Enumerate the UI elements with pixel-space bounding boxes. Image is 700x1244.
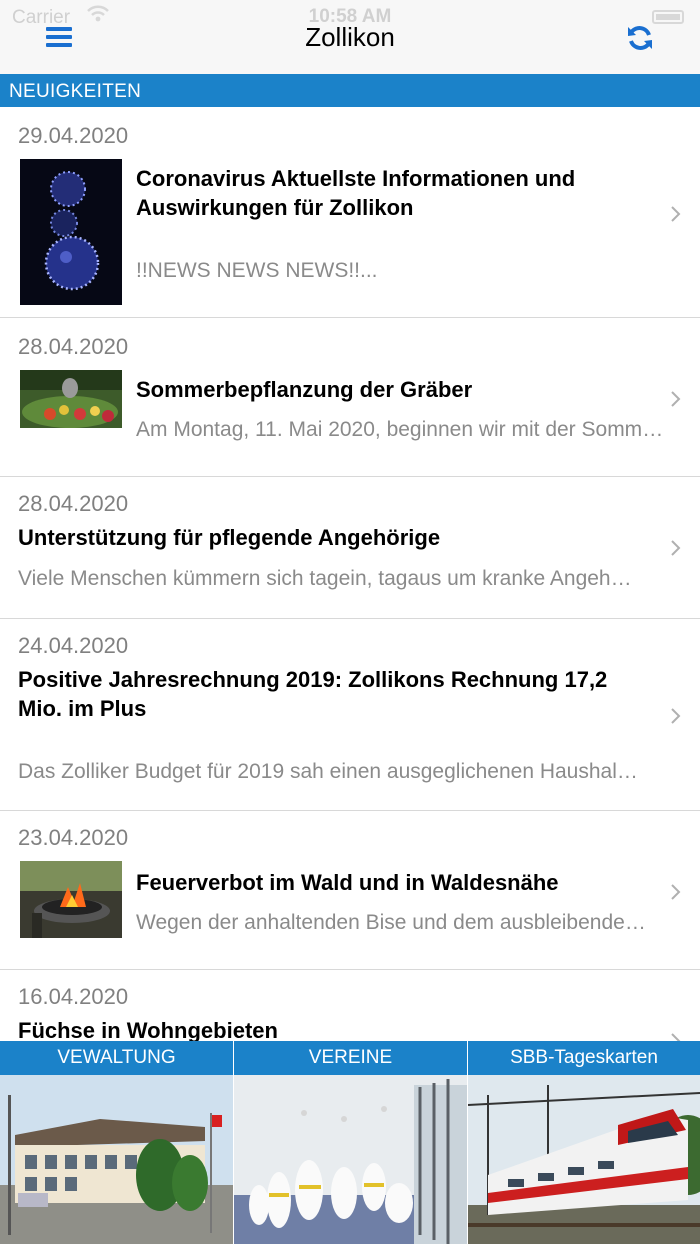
tile-label: VEREINE bbox=[234, 1041, 467, 1075]
news-title: Unterstützung für pflegende Angehörige bbox=[18, 525, 441, 550]
app-screen: Carrier 10:58 AM Zollikon NEUIGKEITEN 29… bbox=[0, 0, 700, 1244]
news-title: Sommerbepflanzung der Gräber bbox=[136, 377, 473, 402]
news-snippet: Viele Menschen kümmern sich tagein, taga… bbox=[18, 567, 638, 590]
news-title: Füchse in Wohngebieten bbox=[18, 1018, 278, 1041]
news-thumbnail bbox=[20, 370, 122, 428]
tile-image bbox=[234, 1075, 467, 1244]
chevron-right-icon bbox=[671, 708, 681, 724]
news-snippet: Wegen der anhaltenden Bise und dem ausbl… bbox=[136, 911, 656, 934]
news-item[interactable]: 23.04.2020 Feuerverbot im Wald und in Wa… bbox=[0, 811, 700, 970]
tile-label: SBB-Tageskarten bbox=[468, 1041, 700, 1075]
chevron-right-icon bbox=[671, 884, 681, 900]
news-title: Feuerverbot im Wald und in Waldesnähe bbox=[136, 870, 559, 895]
news-title: Positive Jahresrechnung 2019: Zollikons … bbox=[18, 667, 608, 721]
tile-label: VEWALTUNG bbox=[0, 1041, 233, 1075]
refresh-icon[interactable] bbox=[626, 24, 654, 52]
news-title: Coronavirus Aktuellste Informationen und… bbox=[136, 166, 576, 220]
news-list[interactable]: 29.04.2020 Coronavirus Aktuellste Inform… bbox=[0, 107, 700, 1041]
news-date: 16.04.2020 bbox=[18, 984, 129, 1009]
section-header: NEUIGKEITEN bbox=[0, 74, 700, 107]
news-date: 24.04.2020 bbox=[18, 633, 129, 658]
navigation-bar: Carrier 10:58 AM Zollikon bbox=[0, 0, 700, 74]
page-title: Zollikon bbox=[305, 22, 395, 52]
news-item[interactable]: 28.04.2020 Unterstützung für pflegende A… bbox=[0, 477, 700, 619]
news-snippet: Das Zolliker Budget für 2019 sah einen a… bbox=[18, 760, 638, 783]
news-item[interactable]: 28.04.2020 Sommerbepflanzung der Gräber … bbox=[0, 318, 700, 477]
news-item[interactable]: 24.04.2020 Positive Jahresrechnung 2019:… bbox=[0, 619, 700, 811]
tile-vereine[interactable]: VEREINE bbox=[234, 1041, 467, 1244]
news-date: 28.04.2020 bbox=[18, 491, 129, 516]
news-date: 23.04.2020 bbox=[18, 825, 129, 850]
news-thumbnail bbox=[20, 861, 122, 938]
news-snippet: Am Montag, 11. Mai 2020, beginnen wir mi… bbox=[136, 418, 664, 441]
tile-verwaltung[interactable]: VEWALTUNG bbox=[0, 1041, 233, 1244]
tile-image bbox=[468, 1075, 700, 1244]
news-item[interactable]: 16.04.2020 Füchse in Wohngebieten bbox=[0, 970, 700, 1041]
news-date: 28.04.2020 bbox=[18, 334, 129, 359]
tile-sbb-tageskarten[interactable]: SBB-Tageskarten bbox=[468, 1041, 700, 1244]
news-snippet: !!NEWS NEWS NEWS!!... bbox=[136, 259, 378, 282]
bottom-tiles: VEWALTUNG VEREINE SBB-Tageskarten bbox=[0, 1041, 700, 1244]
chevron-right-icon bbox=[671, 391, 681, 407]
chevron-right-icon bbox=[671, 206, 681, 222]
news-item[interactable]: 29.04.2020 Coronavirus Aktuellste Inform… bbox=[0, 107, 700, 318]
chevron-right-icon bbox=[671, 540, 681, 556]
tile-image bbox=[0, 1075, 233, 1244]
news-date: 29.04.2020 bbox=[18, 123, 129, 148]
news-thumbnail bbox=[20, 159, 122, 305]
chevron-right-icon bbox=[671, 1033, 681, 1041]
